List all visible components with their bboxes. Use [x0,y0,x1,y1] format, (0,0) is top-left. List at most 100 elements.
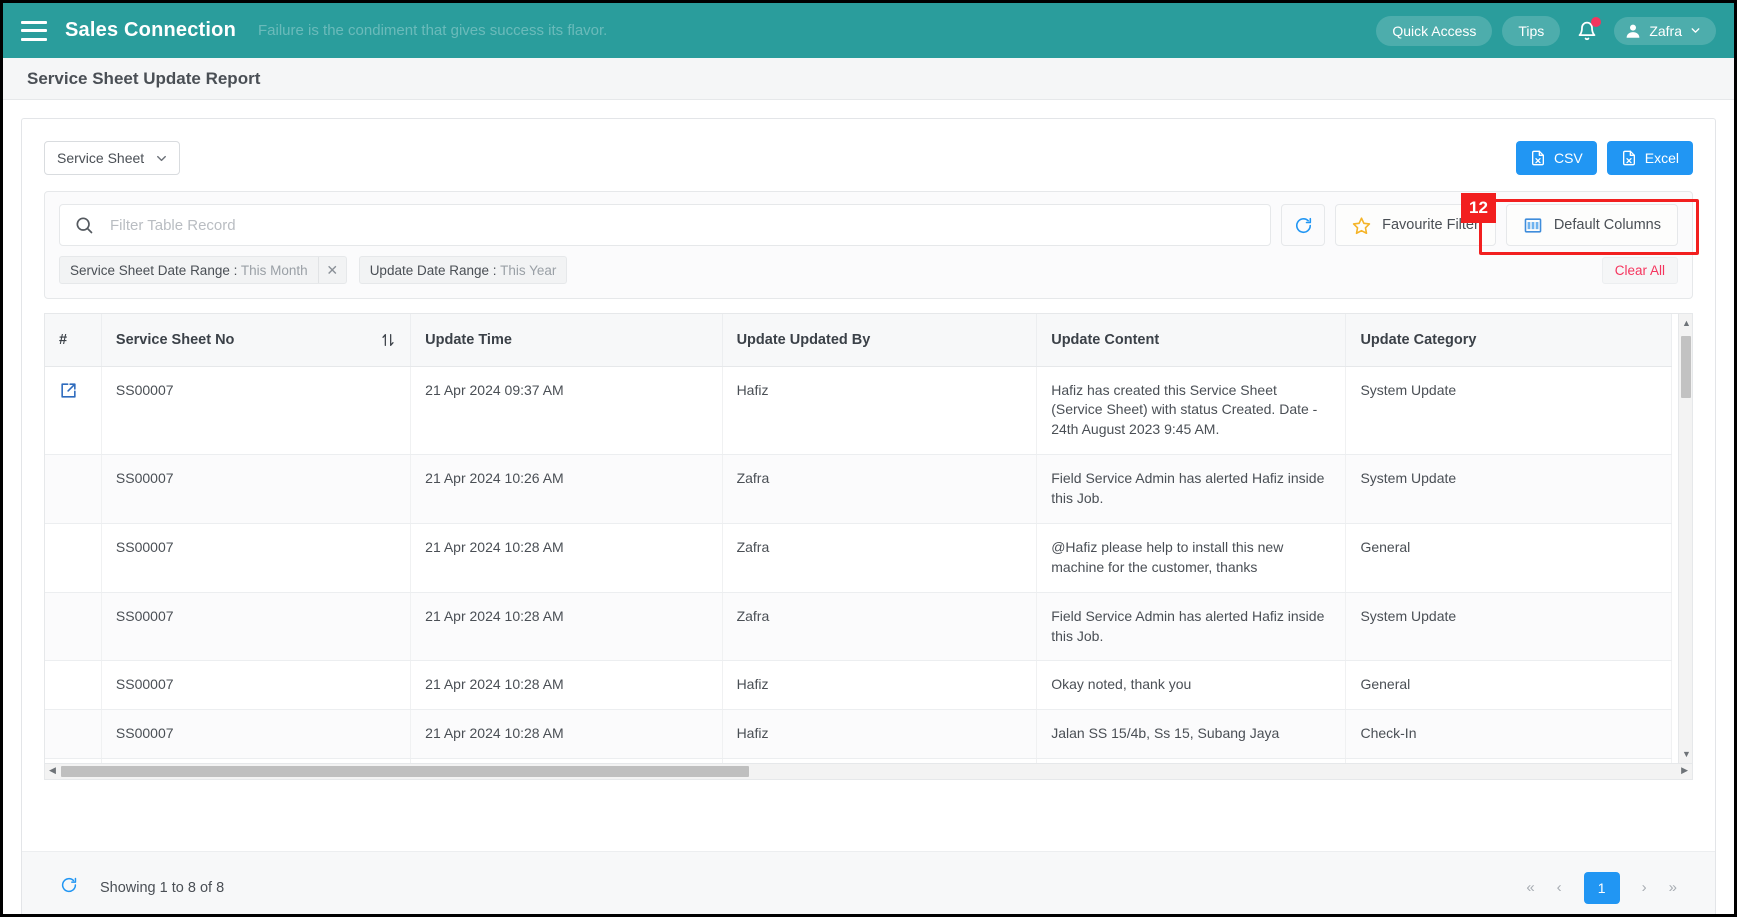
cell-update-time: 21 Apr 2024 09:37 AM [410,366,723,456]
column-header-update-time[interactable]: Update Time [410,314,723,367]
navbar-tagline: Failure is the condiment that gives succ… [258,22,608,39]
page-title-bar: Service Sheet Update Report [3,58,1734,100]
search-icon [76,217,93,234]
cell-update-time: 21 Apr 2024 10:26 AM [410,454,723,524]
user-avatar-icon [1626,24,1640,38]
scroll-up-icon[interactable]: ▲ [1682,318,1691,328]
pagination-first-button[interactable]: « [1526,879,1534,896]
table-vertical-scrollbar[interactable]: ▲ ▼ [1678,314,1692,763]
filter-panel: Favourite Filter Default Columns Service… [44,191,1693,299]
refresh-table-button[interactable] [1281,204,1326,246]
cell-update-category: Check-In [1345,709,1672,760]
column-header-label: Service Sheet No [115,331,235,348]
table-header-row: # Service Sheet No Update Time Update Up… [45,314,1672,367]
cell-update-updated-by: Zafra [722,523,1038,593]
pagination-next-button[interactable]: › [1642,879,1647,896]
column-header-service-sheet-no[interactable]: Service Sheet No [101,314,412,367]
table-row[interactable]: SS00007 21 Apr 2024 10:28 AM Zafra @Hafi… [45,523,1672,593]
column-header-label: Update Updated By [736,331,871,348]
user-menu[interactable]: Zafra [1614,16,1716,45]
column-header-update-updated-by[interactable]: Update Updated By [722,314,1038,367]
clear-all-filters-button[interactable]: Clear All [1601,256,1678,284]
pagination-prev-button[interactable]: ‹ [1557,879,1562,896]
cell-update-time: 21 Apr 2024 10:28 AM [410,709,723,760]
cell-update-content: Hafiz has created this Service Sheet (Se… [1036,366,1347,456]
search-input[interactable] [108,215,1257,235]
scroll-down-icon[interactable]: ▼ [1682,749,1691,759]
cell-update-content: Jalan SS 15/4b, Ss 15, Subang Jaya [1036,709,1347,760]
cell-update-content: Field Service Admin has alerted Hafiz in… [1036,592,1347,662]
cell-service-sheet-no: SS00007 [101,592,412,662]
cell-update-content: Okay noted, thank you [1036,660,1347,711]
table-row[interactable]: SS00007 21 Apr 2024 10:28 AM Zafra Field… [45,592,1672,662]
sort-icon[interactable] [380,332,396,348]
table-row[interactable]: SS00007 21 Apr 2024 10:28 AM Hafiz Jalan… [45,709,1672,760]
table-footer: Showing 1 to 8 of 8 « ‹ 1 › » [22,851,1715,914]
filter-controls-row: Favourite Filter Default Columns [45,192,1692,256]
row-open-cell [45,592,102,662]
row-open-cell [45,454,102,524]
table-row[interactable]: SS00007 21 Apr 2024 10:26 AM Zafra Field… [45,454,1672,524]
cell-service-sheet-no: SS00007 [101,454,412,524]
hamburger-menu-icon[interactable] [21,20,47,41]
cell-service-sheet-no: SS00007 [101,523,412,593]
quick-access-button[interactable]: Quick Access [1376,15,1493,46]
table-horizontal-scrollbar[interactable]: ◀ ▶ [44,764,1693,780]
column-header-label: Update Content [1051,331,1160,348]
chevron-down-icon [157,155,167,161]
pagination-last-button[interactable]: » [1669,879,1677,896]
active-filter-chips: Service Sheet Date Range : This Month ✕ … [45,256,1692,298]
entity-select[interactable]: Service Sheet [44,141,181,175]
app-brand-title: Sales Connection [65,19,237,41]
cell-update-time: 21 Apr 2024 10:28 AM [410,660,723,711]
vertical-scroll-thumb[interactable] [1681,336,1691,398]
notifications-button[interactable] [1570,16,1604,46]
export-csv-label: CSV [1553,150,1583,166]
cell-update-category: General [1345,660,1672,711]
cell-update-category: System Update [1345,592,1672,662]
row-open-cell [45,523,102,593]
filter-chip[interactable]: Service Sheet Date Range : This Month ✕ [59,256,347,284]
scroll-left-icon[interactable]: ◀ [49,765,56,776]
filter-chip[interactable]: Update Date Range : This Year [358,256,568,284]
report-card: Service Sheet CSV Excel Filter Table Rec… [21,118,1716,914]
column-header-update-category[interactable]: Update Category [1345,314,1672,367]
scroll-right-icon[interactable]: ▶ [1681,765,1688,776]
cell-service-sheet-no: SS00007 [101,366,412,456]
table-row[interactable]: SS00007 21 Apr 2024 10:28 AM Hafiz Okay … [45,660,1672,711]
open-record-icon[interactable] [59,381,78,406]
footer-refresh-button[interactable] [60,876,78,899]
file-export-icon [1531,150,1544,166]
pagination-page-1-button[interactable]: 1 [1583,871,1620,904]
cell-update-updated-by: Hafiz [722,709,1038,760]
tips-button[interactable]: Tips [1502,15,1561,46]
column-header-label: # [59,331,68,348]
cell-update-time: 21 Apr 2024 10:28 AM [410,592,723,662]
export-excel-label: Excel [1644,150,1679,166]
column-header-index[interactable]: # [45,314,102,367]
search-field-wrapper[interactable] [59,204,1272,246]
cell-service-sheet-no: SS00007 [101,660,412,711]
cell-update-updated-by: Zafra [722,454,1038,524]
cell-update-category: System Update [1345,366,1672,456]
column-header-update-content[interactable]: Update Content [1036,314,1347,367]
default-columns-button[interactable]: Default Columns [1505,204,1678,246]
table-row[interactable]: SS00007 21 Apr 2024 09:37 AM Hafiz Hafiz… [45,366,1672,456]
remove-filter-chip-icon[interactable]: ✕ [317,257,346,283]
refresh-icon [1295,217,1311,233]
cell-update-updated-by: Hafiz [722,366,1038,456]
chevron-down-icon [1691,28,1700,33]
row-open-cell [45,366,102,456]
filter-chip-value: This Year [500,262,557,278]
filter-chip-value: This Month [240,262,308,278]
filter-chip-label: Update Date Range [369,262,490,278]
export-excel-button[interactable]: Excel [1606,141,1693,175]
pagination-summary: Showing 1 to 8 of 8 [100,879,225,896]
application-window: Sales Connection Failure is the condimen… [0,0,1737,917]
column-header-label: Update Time [425,331,512,348]
cell-update-time: 21 Apr 2024 10:28 AM [410,523,723,593]
cell-update-content: Field Service Admin has alerted Hafiz in… [1036,454,1347,524]
export-csv-button[interactable]: CSV [1515,141,1597,175]
export-buttons: CSV Excel [1515,141,1693,175]
horizontal-scroll-thumb[interactable] [61,766,749,777]
